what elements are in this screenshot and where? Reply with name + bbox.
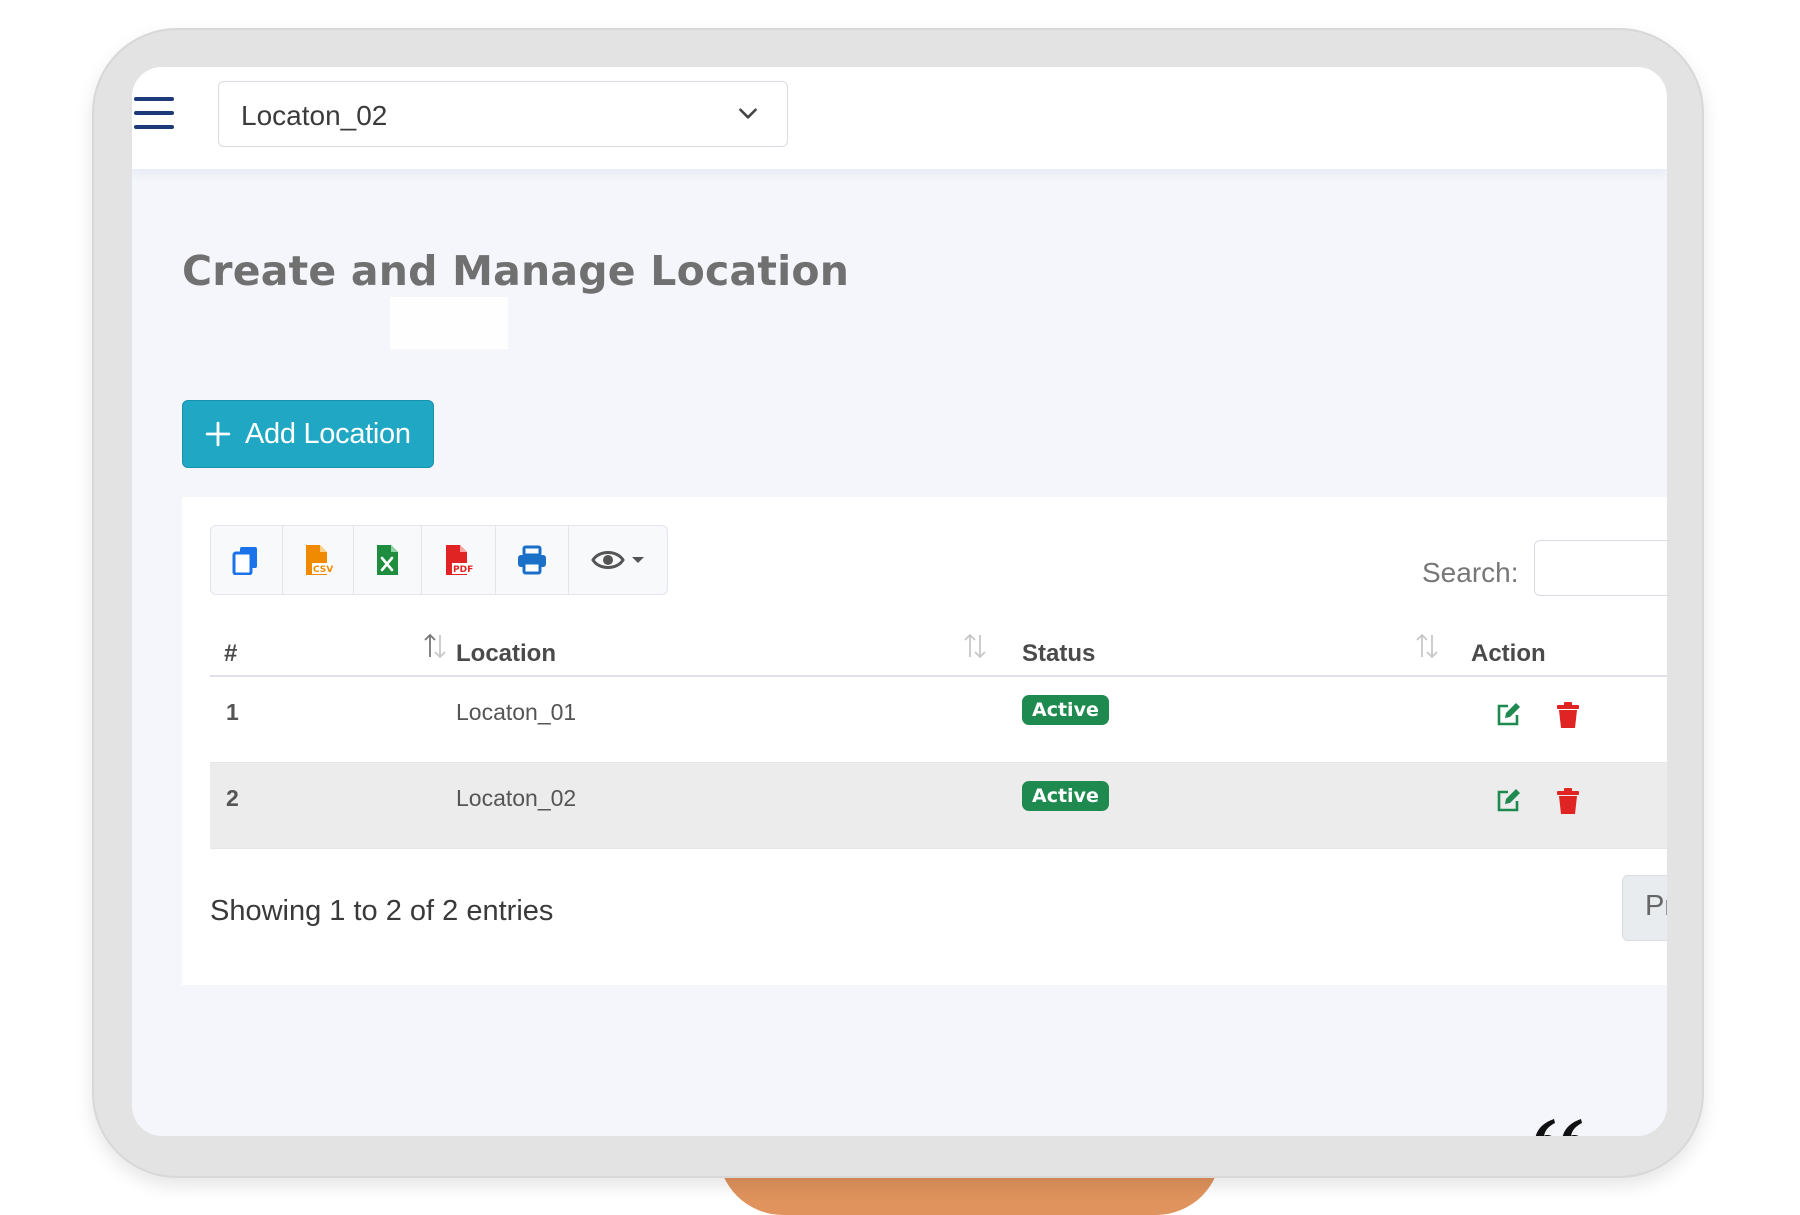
status-badge: Active <box>1022 781 1109 811</box>
pdf-button[interactable]: PDF <box>422 526 496 594</box>
column-header-location[interactable]: Location <box>456 640 556 668</box>
locations-card: CSV PDF Search: # Location Status Action… <box>182 497 1667 985</box>
svg-text:CSV: CSV <box>313 565 333 575</box>
row-location: Locaton_01 <box>456 699 577 725</box>
search-label: Search: <box>1422 557 1519 588</box>
edit-icon[interactable] <box>1494 787 1522 815</box>
row-number: 1 <box>226 699 239 725</box>
sort-icon[interactable] <box>962 631 988 661</box>
csv-file-icon: CSV <box>306 545 333 575</box>
entries-info: Showing 1 to 2 of 2 entries <box>210 895 554 927</box>
top-bar: Locaton_02 <box>132 67 1667 169</box>
trash-icon[interactable] <box>1554 787 1582 815</box>
quote-icon <box>1535 1119 1582 1136</box>
add-location-label: Add Location <box>245 417 411 450</box>
copy-button[interactable] <box>211 526 283 594</box>
location-select[interactable]: Locaton_02 <box>218 81 788 147</box>
app-screen: Locaton_02 Create and Manage Location Ad… <box>132 67 1667 1136</box>
print-icon <box>518 545 547 575</box>
export-toolbar: CSV PDF <box>210 525 668 595</box>
table-row: 2 Locaton_02 Active <box>210 763 1667 849</box>
copy-icon <box>232 547 258 575</box>
previous-page-button[interactable]: Prev <box>1622 875 1667 941</box>
chevron-down-icon <box>739 108 757 119</box>
column-visibility-button[interactable] <box>569 526 667 594</box>
sort-icon[interactable] <box>1414 631 1440 661</box>
column-header-number[interactable]: # <box>224 640 237 668</box>
status-badge: Active <box>1022 695 1109 725</box>
print-button[interactable] <box>496 526 570 594</box>
title-overlay <box>390 297 508 349</box>
column-header-status[interactable]: Status <box>1022 640 1095 668</box>
table-row: 1 Locaton_01 Active <box>210 677 1667 763</box>
edit-icon[interactable] <box>1494 701 1522 729</box>
csv-button[interactable]: CSV <box>283 526 355 594</box>
row-number: 2 <box>226 785 239 811</box>
table-header: # Location Status Action <box>210 617 1667 677</box>
page-title: Create and Manage Location <box>182 247 850 295</box>
location-select-value: Locaton_02 <box>241 100 388 131</box>
column-header-action: Action <box>1471 640 1546 667</box>
sort-icon[interactable] <box>422 631 448 661</box>
trash-icon[interactable] <box>1554 701 1582 729</box>
excel-file-icon <box>376 545 398 575</box>
add-location-button[interactable]: Add Location <box>182 400 434 468</box>
excel-button[interactable] <box>354 526 423 594</box>
caret-down-icon <box>632 557 645 563</box>
row-location: Locaton_02 <box>456 785 577 811</box>
eye-icon <box>591 551 625 569</box>
search-input[interactable] <box>1534 540 1667 596</box>
svg-text:PDF: PDF <box>453 565 473 575</box>
pdf-file-icon: PDF <box>446 545 473 575</box>
plus-icon <box>205 421 231 447</box>
hamburger-menu-icon[interactable] <box>134 97 174 133</box>
